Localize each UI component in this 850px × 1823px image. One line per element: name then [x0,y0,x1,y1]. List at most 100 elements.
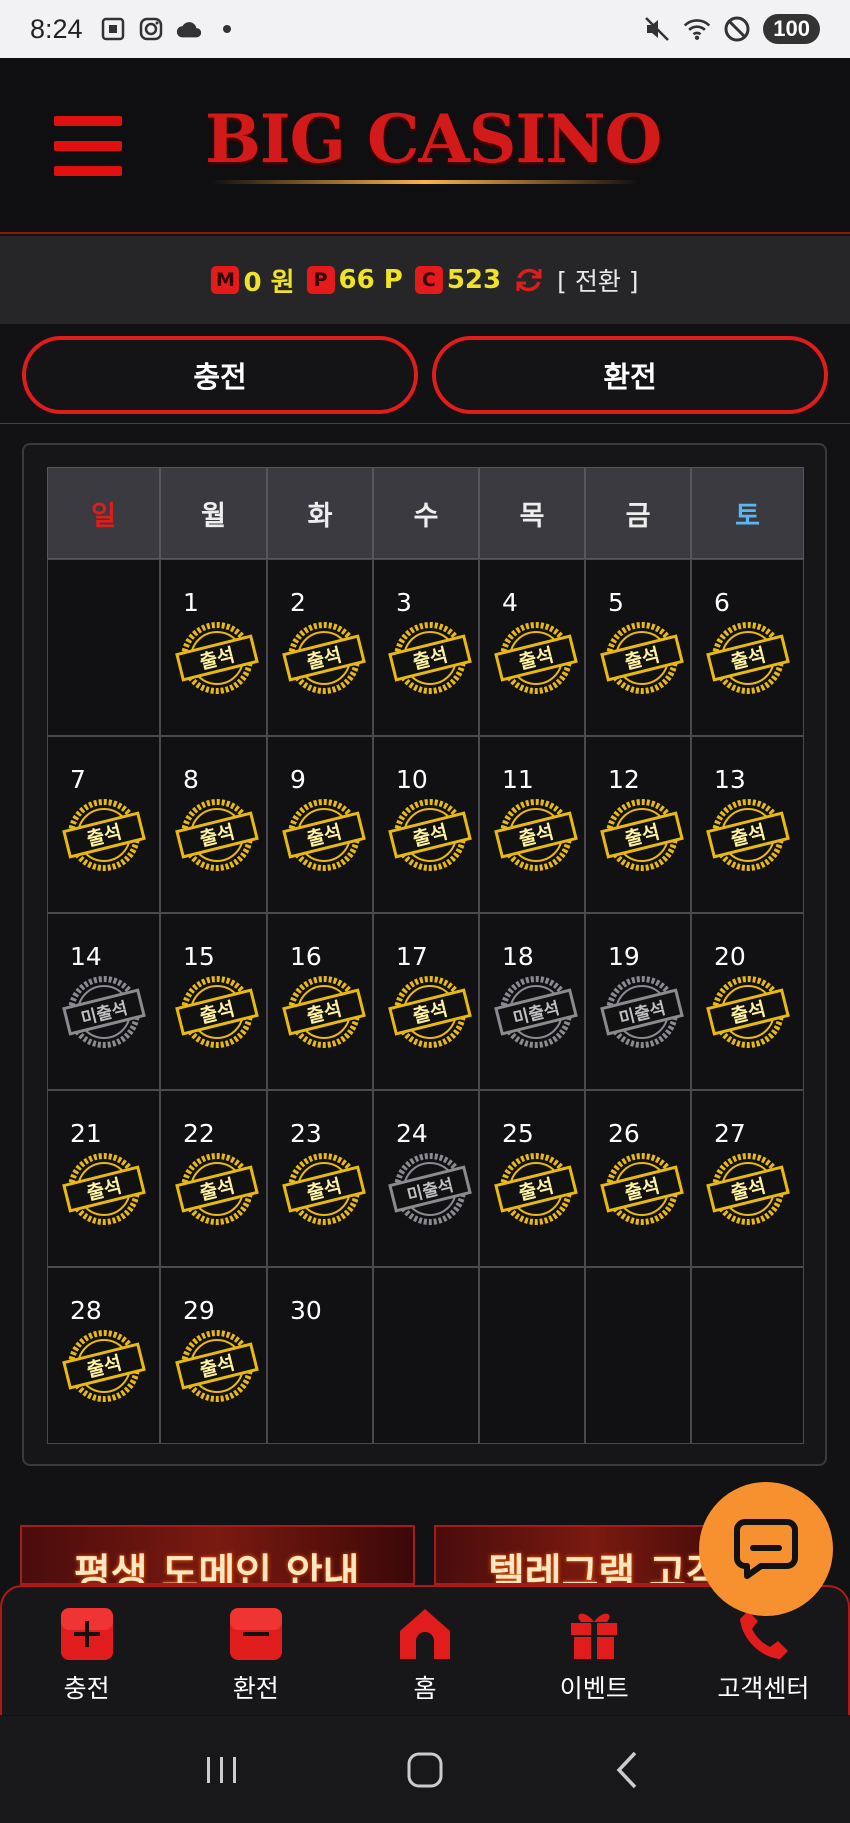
mute-icon [643,15,671,43]
calendar-day-cell [479,1267,585,1444]
day-number: 23 [290,1119,322,1148]
action-bar: 충전 환전 [0,326,850,424]
plus-icon [58,1605,116,1663]
nav-exchange[interactable]: 환전 [171,1587,340,1715]
money-value: 0 원 [243,267,295,298]
nav-home[interactable]: 홈 [340,1587,509,1715]
dot-icon [213,15,241,43]
attended-stamp-icon: 출석 [494,622,578,694]
day-number: 3 [396,588,412,617]
status-time: 8:24 [30,13,83,44]
minus-icon [227,1605,285,1663]
point-badge: P [306,266,335,294]
day-number: 2 [290,588,306,617]
day-number: 9 [290,765,306,794]
exchange-button[interactable]: 환전 [432,336,828,414]
attended-stamp-icon: 출석 [600,1153,684,1225]
instagram-icon [137,15,165,43]
day-number: 5 [608,588,624,617]
calendar-day-cell[interactable]: 4 출석 [479,559,585,736]
calendar-day-cell[interactable]: 11 출석 [479,736,585,913]
screenshot-icon [99,15,127,43]
weekday-header: 일 [47,467,160,559]
chat-button[interactable] [699,1482,833,1616]
calendar-day-cell[interactable]: 29 출석 [160,1267,267,1444]
attended-stamp-icon: 출석 [282,976,366,1048]
charge-button[interactable]: 충전 [22,336,418,414]
day-number: 18 [502,942,534,971]
day-number: 10 [396,765,428,794]
weekday-header: 화 [267,467,373,559]
calendar-day-cell[interactable]: 18 미출석 [479,913,585,1090]
calendar-day-cell[interactable]: 17 출석 [373,913,479,1090]
home-icon [396,1605,454,1663]
attended-stamp-icon: 출석 [600,799,684,871]
calendar-day-cell[interactable]: 1 출석 [160,559,267,736]
day-number: 17 [396,942,428,971]
calendar-day-cell[interactable]: 5 출석 [585,559,691,736]
calendar-day-cell[interactable]: 24 미출석 [373,1090,479,1267]
calendar-day-cell[interactable]: 22 출석 [160,1090,267,1267]
day-number: 7 [70,765,86,794]
back-icon[interactable] [603,1745,653,1795]
calendar-day-cell[interactable]: 30 [267,1267,373,1444]
attended-stamp-icon: 출석 [600,622,684,694]
coin-value: 523 [446,265,502,295]
day-number: 20 [714,942,746,971]
calendar-day-cell [691,1267,804,1444]
calendar-day-cell[interactable]: 7 출석 [47,736,160,913]
coin-badge: C [414,266,443,294]
calendar-day-cell[interactable]: 14 미출석 [47,913,160,1090]
app-header: BIG CASINO [0,58,850,234]
weekday-header: 수 [373,467,479,559]
calendar-day-cell[interactable]: 27 출석 [691,1090,804,1267]
weekday-header: 토 [691,467,804,559]
calendar-day-cell[interactable]: 10 출석 [373,736,479,913]
nav-home-label: 홈 [413,1674,437,1703]
calendar-day-cell[interactable]: 25 출석 [479,1090,585,1267]
nav-charge[interactable]: 충전 [2,1587,171,1715]
day-number: 19 [608,942,640,971]
balance-bar: M 0 원 P 66 P C 523 [ 전환 ] [0,236,850,324]
calendar-day-cell[interactable]: 2 출석 [267,559,373,736]
calendar-day-cell[interactable]: 23 출석 [267,1090,373,1267]
calendar-day-cell[interactable]: 8 출석 [160,736,267,913]
calendar-day-cell[interactable]: 9 출석 [267,736,373,913]
day-number: 25 [502,1119,534,1148]
day-number: 13 [714,765,746,794]
nav-support-label: 고객센터 [717,1674,810,1703]
menu-icon[interactable] [54,116,122,176]
absent-stamp-icon: 미출석 [600,976,684,1048]
day-number: 14 [70,942,102,971]
home-button-icon[interactable] [400,1745,450,1795]
switch-button[interactable]: [ 전환 ] [557,262,638,298]
day-number: 27 [714,1119,746,1148]
status-bar: 8:24 100 [0,0,850,58]
calendar-day-cell[interactable]: 19 미출석 [585,913,691,1090]
nav-event[interactable]: 이벤트 [510,1587,679,1715]
day-number: 12 [608,765,640,794]
calendar-day-cell[interactable]: 13 출석 [691,736,804,913]
calendar-day-cell[interactable]: 12 출석 [585,736,691,913]
calendar-day-cell[interactable]: 15 출석 [160,913,267,1090]
calendar-day-cell[interactable]: 6 출석 [691,559,804,736]
calendar-day-cell[interactable]: 21 출석 [47,1090,160,1267]
attended-stamp-icon: 출석 [706,799,790,871]
calendar-day-cell[interactable]: 26 출석 [585,1090,691,1267]
calendar-day-cell[interactable]: 16 출석 [267,913,373,1090]
refresh-icon[interactable] [513,264,545,296]
site-logo[interactable]: BIG CASINO [205,100,662,178]
recents-icon[interactable] [197,1745,247,1795]
calendar-day-cell[interactable]: 28 출석 [47,1267,160,1444]
domain-banner[interactable]: 평생 도메인 안내 [20,1525,415,1585]
day-number: 28 [70,1296,102,1325]
nav-exchange-label: 환전 [232,1674,279,1703]
attended-stamp-icon: 출석 [62,1153,146,1225]
calendar-day-cell[interactable]: 3 출석 [373,559,479,736]
attended-stamp-icon: 출석 [494,799,578,871]
day-number: 15 [183,942,215,971]
attended-stamp-icon: 출석 [282,1153,366,1225]
attended-stamp-icon: 출석 [175,1330,259,1402]
wifi-icon [683,15,711,43]
calendar-day-cell[interactable]: 20 출석 [691,913,804,1090]
